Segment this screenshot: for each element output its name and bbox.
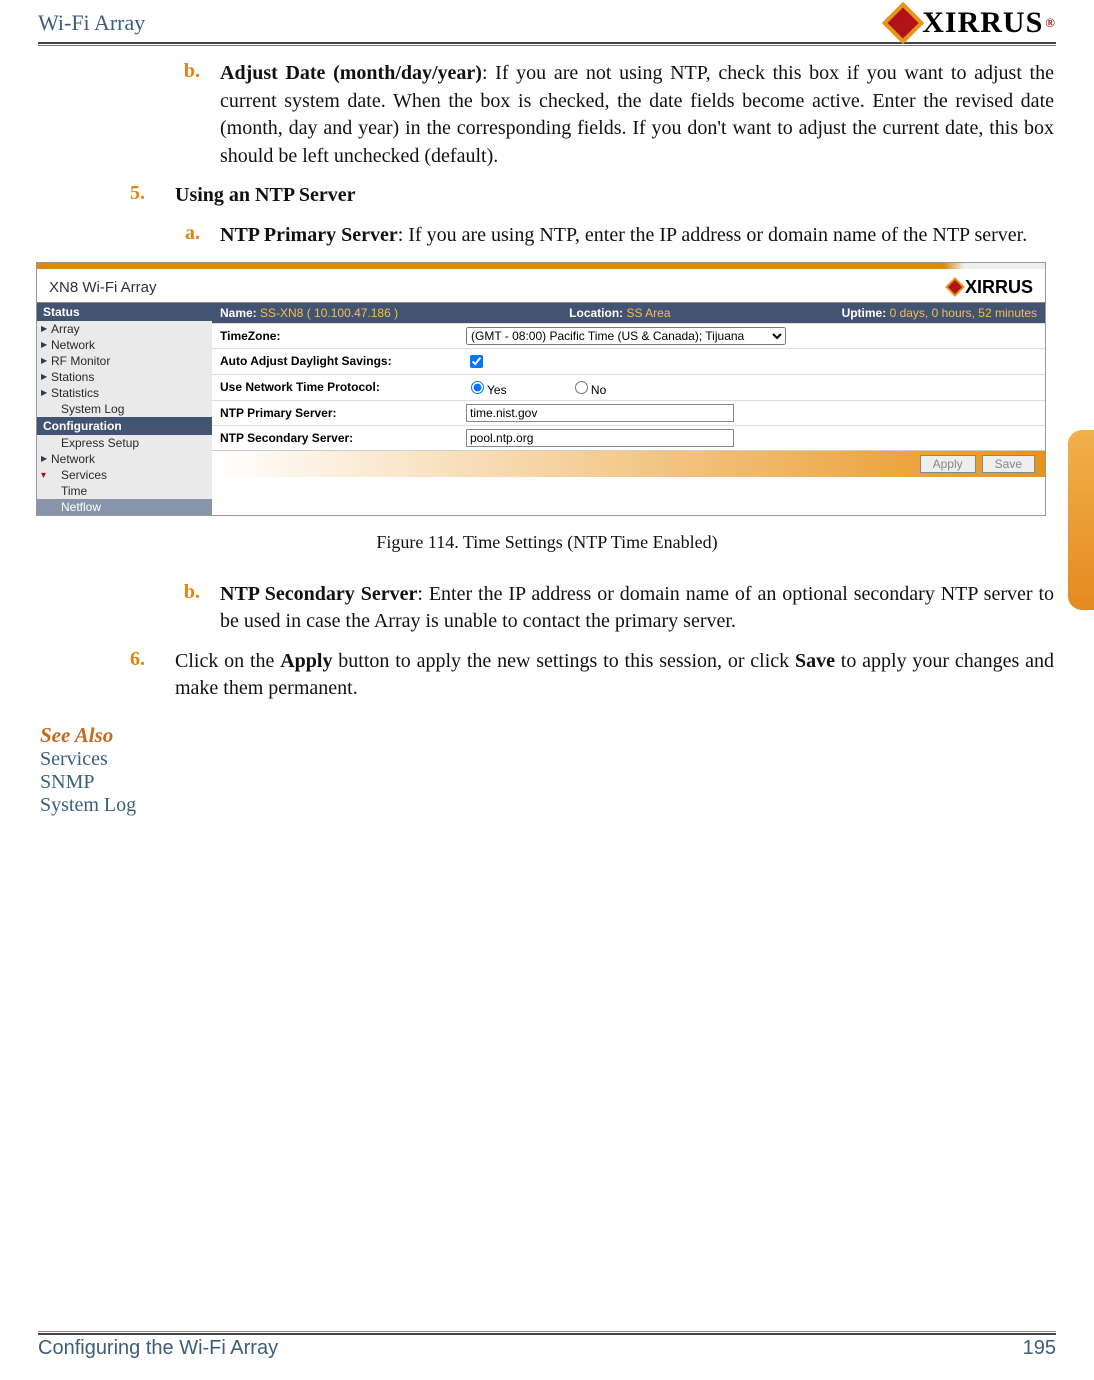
see-also-link-snmp[interactable]: SNMP (40, 771, 1054, 794)
dst-checkbox[interactable] (470, 355, 483, 368)
figure-caption: Figure 114. Time Settings (NTP Time Enab… (40, 532, 1054, 553)
header-rule-top (38, 42, 1056, 44)
info-location-value: SS Area (627, 306, 671, 320)
nav-item-services[interactable]: Services (37, 467, 212, 483)
nav-item-netflow[interactable]: Netflow (37, 499, 212, 515)
screenshot-logo-text: XIRRUS (965, 277, 1033, 298)
info-name-label: Name: (220, 306, 257, 320)
ntp-primary-label: NTP Primary Server: (212, 403, 458, 423)
see-also-link-system-log[interactable]: System Log (40, 794, 1054, 817)
footer-page-number: 195 (1023, 1337, 1056, 1360)
screenshot-logo: XIRRUS (950, 277, 1033, 298)
header-logo: XIRRUS ® (892, 6, 1056, 40)
header-rule-bottom (38, 45, 1056, 46)
ntp-secondary-bold: NTP Secondary Server (220, 583, 417, 605)
footer-section-title: Configuring the Wi-Fi Array (38, 1337, 278, 1360)
adjust-date-bold: Adjust Date (month/day/year) (220, 62, 482, 84)
info-uptime-value: 0 days, 0 hours, 52 minutes (890, 306, 1037, 320)
screenshot-nav: Status Array Network RF Monitor Stations… (37, 303, 212, 515)
nav-item-system-log[interactable]: System Log (37, 401, 212, 417)
ntp-secondary-label: NTP Secondary Server: (212, 428, 458, 448)
apply-button[interactable]: Apply (920, 455, 976, 473)
timezone-select[interactable]: (GMT - 08:00) Pacific Time (US & Canada)… (466, 327, 786, 345)
step6-save-bold: Save (795, 650, 835, 672)
page-header-title: Wi-Fi Array (38, 10, 145, 36)
sub-marker-b: b. (100, 60, 220, 170)
ntp-no-text: No (591, 383, 606, 397)
dst-label: Auto Adjust Daylight Savings: (212, 351, 458, 371)
save-button[interactable]: Save (982, 455, 1035, 473)
step6-pre: Click on the (175, 650, 280, 672)
nav-status-header[interactable]: Status (37, 303, 212, 321)
timezone-label: TimeZone: (212, 326, 458, 346)
step-6-marker: 6. (75, 648, 175, 703)
step-5-marker: 5. (75, 182, 175, 210)
footer-rule-top (38, 1331, 1056, 1332)
nav-item-rf-monitor[interactable]: RF Monitor (37, 353, 212, 369)
ntp-primary-text: : If you are using NTP, enter the IP add… (398, 224, 1027, 246)
time-settings-screenshot: XIRRUS XN8 Wi-Fi Array Status Array Netw… (36, 262, 1046, 516)
adjust-date-paragraph: Adjust Date (month/day/year): If you are… (220, 60, 1054, 170)
use-ntp-label: Use Network Time Protocol: (212, 377, 458, 397)
nav-item-network[interactable]: Network (37, 337, 212, 353)
ntp-secondary-input[interactable] (466, 429, 734, 447)
info-uptime-label: Uptime: (842, 306, 887, 320)
ntp-primary-input[interactable] (466, 404, 734, 422)
see-also-heading: See Also (40, 723, 1054, 748)
ntp-secondary-paragraph: NTP Secondary Server: Enter the IP addre… (220, 581, 1054, 636)
ntp-yes-radio[interactable] (471, 381, 484, 394)
nav-item-network-2[interactable]: Network (37, 451, 212, 467)
ntp-yes-text: Yes (487, 383, 507, 397)
sub-marker-a: a. (100, 222, 220, 250)
nav-item-time[interactable]: Time (37, 483, 212, 499)
nav-item-array[interactable]: Array (37, 321, 212, 337)
chapter-side-tab (1068, 430, 1094, 610)
footer-rule-bottom (38, 1333, 1056, 1335)
nav-item-express-setup[interactable]: Express Setup (37, 435, 212, 451)
screenshot-info-bar: Name: SS-XN8 ( 10.100.47.186 ) Location:… (212, 303, 1045, 323)
sub-marker-b2: b. (100, 581, 220, 636)
step6-apply-bold: Apply (280, 650, 332, 672)
step-5-title: Using an NTP Server (175, 182, 1054, 210)
screenshot-title: XN8 Wi-Fi Array (37, 269, 1045, 302)
step6-mid: button to apply the new settings to this… (332, 650, 795, 672)
nav-item-stations[interactable]: Stations (37, 369, 212, 385)
logo-trademark: ® (1045, 15, 1056, 31)
ntp-no-radio[interactable] (575, 381, 588, 394)
ntp-yes-label[interactable]: Yes (466, 383, 507, 397)
logo-text: XIRRUS (922, 6, 1043, 40)
info-location-label: Location: (569, 306, 623, 320)
nav-item-statistics[interactable]: Statistics (37, 385, 212, 401)
step-6-paragraph: Click on the Apply button to apply the n… (175, 648, 1054, 703)
nav-config-header[interactable]: Configuration (37, 417, 212, 435)
screenshot-logo-diamond-icon (948, 280, 962, 294)
ntp-primary-paragraph: NTP Primary Server: If you are using NTP… (220, 222, 1054, 250)
see-also-link-services[interactable]: Services (40, 748, 1054, 771)
ntp-no-label[interactable]: No (570, 383, 606, 397)
ntp-primary-bold: NTP Primary Server (220, 224, 398, 246)
logo-diamond-icon (888, 7, 919, 38)
info-name-value: SS-XN8 ( 10.100.47.186 ) (260, 306, 398, 320)
